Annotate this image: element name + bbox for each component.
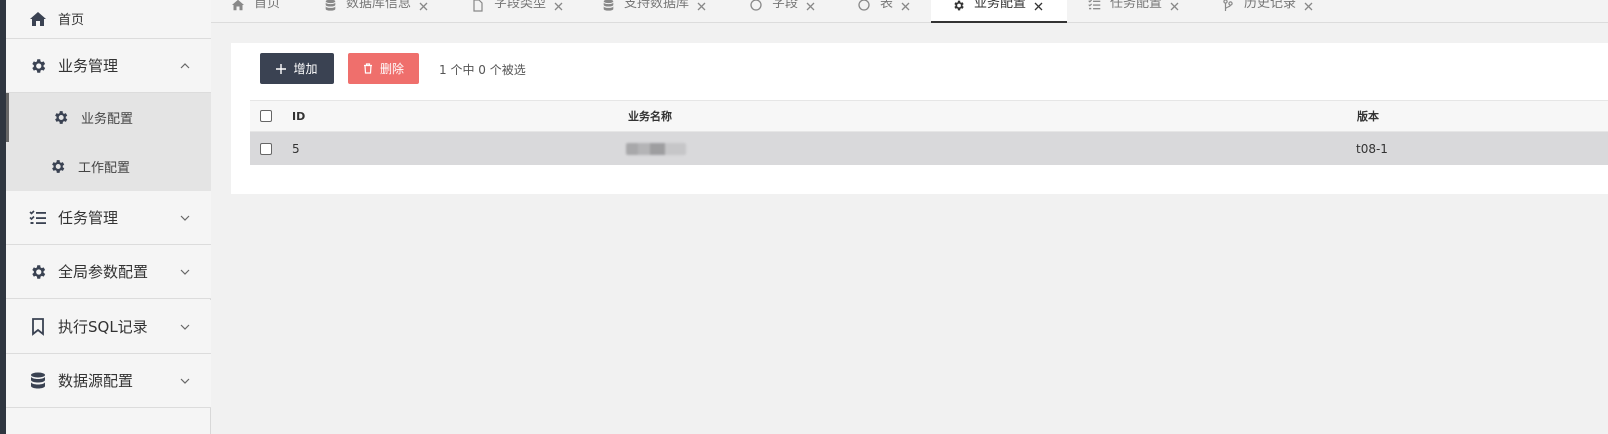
sidebar-item-label: 首页 — [58, 13, 85, 28]
sidebar-item-label: 执行SQL记录 — [58, 318, 148, 336]
tab-label: 历史记录 — [1244, 0, 1297, 11]
close-icon[interactable] — [1033, 1, 1043, 11]
gear-icon — [48, 158, 66, 176]
tab-label: 任务配置 — [1110, 0, 1163, 11]
tab-bar: 首页 数据库信息 字段类型 支持数据库 字段 表 业务配置 任务配置 历史记录 — [211, 0, 1608, 23]
chevron-down-icon — [179, 212, 191, 224]
tab-field-types[interactable]: 字段类型 — [471, 0, 581, 23]
tab-label: 支持数据库 — [624, 0, 690, 11]
database-icon — [601, 0, 615, 12]
home-icon — [28, 9, 48, 29]
sidebar-item-datasource-config[interactable]: 数据源配置 — [6, 354, 211, 408]
gear-icon — [28, 56, 48, 76]
home-icon — [231, 0, 245, 12]
close-icon[interactable] — [696, 1, 706, 11]
plus-icon — [276, 63, 287, 74]
branch-icon — [1221, 0, 1235, 12]
cell-id: 5 — [292, 141, 300, 156]
list-check-icon — [28, 208, 48, 228]
sidebar-subitem-work-config[interactable]: 工作配置 — [6, 142, 211, 191]
tab-task-config[interactable]: 任务配置 — [1087, 0, 1197, 23]
tab-business-config[interactable]: 业务配置 — [931, 0, 1067, 23]
sidebar-item-sql-records[interactable]: 执行SQL记录 — [6, 300, 211, 354]
sidebar-subitem-label: 工作配置 — [78, 161, 131, 176]
close-icon[interactable] — [1169, 1, 1179, 11]
chevron-down-icon — [179, 375, 191, 387]
tab-label: 表 — [880, 0, 894, 11]
tab-home[interactable]: 首页 — [231, 0, 311, 23]
tab-label: 数据库信息 — [346, 0, 412, 11]
sidebar: 首页 业务管理 业务配置 工作配置 任务管理 全局参数配置 执行SQL记录 数据… — [6, 0, 211, 434]
column-header-id[interactable]: ID — [292, 101, 305, 131]
file-icon — [471, 0, 485, 12]
circle-icon — [857, 0, 871, 12]
gear-icon — [28, 262, 48, 282]
delete-button-label: 删除 — [379, 62, 404, 76]
column-header-business-name[interactable]: 业务名称 — [628, 101, 672, 131]
chevron-down-icon — [179, 266, 191, 278]
select-all-checkbox[interactable] — [260, 101, 272, 131]
sidebar-item-global-params[interactable]: 全局参数配置 — [6, 245, 211, 299]
tab-database-info[interactable]: 数据库信息 — [323, 0, 443, 23]
close-icon[interactable] — [418, 1, 428, 11]
sidebar-item-label: 业务管理 — [58, 57, 119, 75]
cell-business-name-redacted — [626, 132, 686, 165]
sidebar-item-label: 全局参数配置 — [58, 263, 149, 281]
column-header-version[interactable]: 版本 — [1357, 101, 1379, 131]
database-icon — [28, 371, 48, 391]
row-checkbox[interactable] — [260, 132, 272, 165]
add-button-label: 增加 — [293, 62, 318, 76]
sidebar-submenu: 业务配置 工作配置 — [6, 93, 211, 191]
table-header: ID 业务名称 版本 — [250, 100, 1608, 132]
sidebar-subitem-label: 业务配置 — [81, 112, 134, 127]
list-check-icon — [1087, 0, 1101, 12]
sidebar-subitem-business-config[interactable]: 业务配置 — [6, 93, 211, 142]
database-icon — [323, 0, 337, 12]
trash-icon — [363, 63, 373, 74]
tab-label: 业务配置 — [974, 0, 1027, 11]
tab-history[interactable]: 历史记录 — [1221, 0, 1331, 23]
chevron-up-icon — [179, 60, 191, 72]
cell-version: t08-1 — [1356, 141, 1388, 156]
sidebar-item-business-management[interactable]: 业务管理 — [6, 39, 211, 93]
chevron-down-icon — [179, 321, 191, 333]
gear-icon — [951, 0, 965, 12]
sidebar-item-label: 任务管理 — [58, 209, 119, 227]
gear-icon — [51, 109, 69, 127]
delete-button[interactable]: 删除 — [348, 53, 419, 84]
close-icon[interactable] — [805, 1, 815, 11]
sidebar-item-home[interactable]: 首页 — [6, 0, 211, 39]
tab-supported-databases[interactable]: 支持数据库 — [601, 0, 721, 23]
close-icon[interactable] — [1303, 1, 1313, 11]
tab-fields[interactable]: 字段 — [749, 0, 829, 23]
tab-label: 首页 — [254, 0, 281, 11]
tab-label: 字段类型 — [494, 0, 547, 11]
tab-label: 字段 — [772, 0, 799, 11]
close-icon[interactable] — [900, 1, 910, 11]
selection-info: 1 个中 0 个被选 — [439, 63, 526, 77]
tab-tables[interactable]: 表 — [857, 0, 927, 23]
table-row[interactable]: 5 t08-1 — [250, 132, 1608, 165]
sidebar-item-task-management[interactable]: 任务管理 — [6, 191, 211, 245]
circle-icon — [749, 0, 763, 12]
add-button[interactable]: 增加 — [260, 53, 334, 84]
close-icon[interactable] — [553, 1, 563, 11]
content-panel: 增加 删除 1 个中 0 个被选 ID 业务名称 版本 5 t08-1 — [231, 43, 1608, 194]
sidebar-item-label: 数据源配置 — [58, 372, 134, 390]
bookmark-icon — [28, 317, 48, 337]
